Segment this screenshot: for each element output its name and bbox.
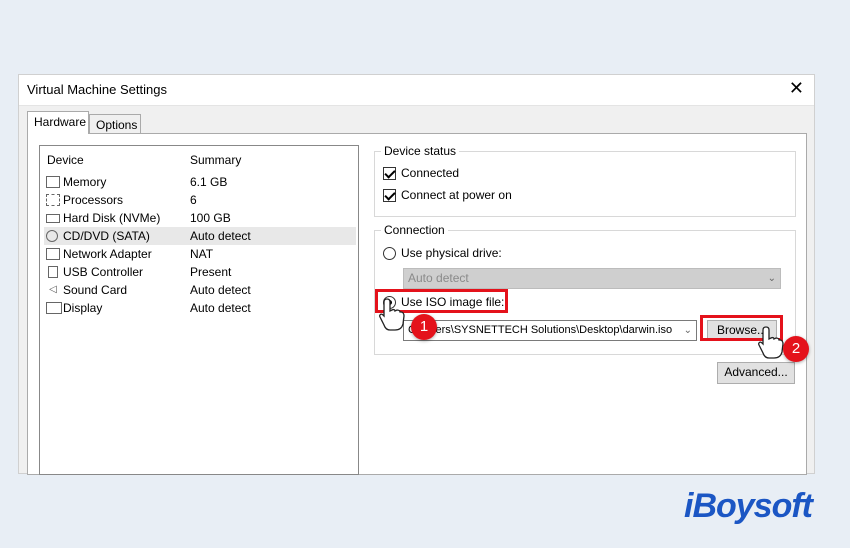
use-physical-drive-label[interactable]: Use physical drive:	[401, 246, 502, 260]
device-summary: Auto detect	[190, 283, 251, 297]
device-name: Network Adapter	[63, 247, 152, 261]
memory-icon	[46, 176, 60, 188]
usb-icon	[48, 266, 58, 278]
device-row-cd-dvd[interactable]: CD/DVD (SATA) Auto detect	[44, 227, 356, 245]
hard-disk-icon	[46, 214, 60, 223]
title-bar: Virtual Machine Settings ✕	[19, 75, 814, 106]
use-physical-drive-radio[interactable]	[383, 247, 396, 260]
tab-options[interactable]: Options	[89, 114, 141, 134]
device-name: Processors	[63, 193, 124, 207]
device-summary: 6	[190, 193, 197, 207]
connection-label: Connection	[381, 223, 448, 237]
device-name: Memory	[63, 175, 107, 189]
device-summary: NAT	[190, 247, 214, 261]
iso-path-value: C:\Users\SYSNETTECH Solutions\Desktop\da…	[408, 324, 673, 336]
sound-card-icon: ◁	[49, 284, 57, 295]
advanced-button[interactable]: Advanced...	[717, 362, 795, 384]
network-adapter-icon	[46, 248, 60, 260]
device-name: Hard Disk (NVMe)	[63, 211, 161, 225]
connected-label[interactable]: Connected	[401, 166, 459, 180]
device-row-hard-disk[interactable]: Hard Disk (NVMe) 100 GB	[44, 209, 356, 227]
summary-column-header[interactable]: Summary	[190, 153, 241, 167]
device-summary: Present	[190, 265, 232, 279]
pointer-hand-icon	[379, 298, 405, 331]
device-name: Display	[63, 301, 103, 315]
pointer-hand-icon	[758, 326, 784, 359]
step-marker-2: 2	[783, 336, 809, 362]
device-row-network-adapter[interactable]: Network Adapter NAT	[44, 245, 356, 263]
iso-path-input[interactable]: C:\Users\SYSNETTECH Solutions\Desktop\da…	[403, 320, 697, 341]
iboysoft-logo: iBoysoft	[684, 487, 813, 525]
connect-at-power-on-label[interactable]: Connect at power on	[401, 188, 512, 202]
vm-settings-window: Virtual Machine Settings ✕ Hardware Opti…	[18, 74, 815, 475]
device-row-sound-card[interactable]: ◁ Sound Card Auto detect	[44, 281, 356, 299]
device-summary: 100 GB	[190, 211, 231, 225]
device-row-memory[interactable]: Memory 6.1 GB	[44, 173, 356, 191]
device-row-processors[interactable]: Processors 6	[44, 191, 356, 209]
close-icon[interactable]: ✕	[789, 78, 804, 98]
device-summary: Auto detect	[190, 229, 251, 243]
device-status-label: Device status	[381, 144, 460, 158]
physical-drive-select: Auto detect ⌄	[403, 268, 781, 289]
device-summary: Auto detect	[190, 301, 251, 315]
device-name: Sound Card	[63, 283, 128, 297]
device-row-display[interactable]: Display Auto detect	[44, 299, 356, 317]
connect-at-power-on-checkbox[interactable]	[383, 189, 396, 202]
chevron-down-icon[interactable]: ⌄	[680, 321, 692, 340]
device-summary: 6.1 GB	[190, 175, 228, 189]
physical-drive-value: Auto detect	[408, 271, 469, 285]
display-icon	[46, 302, 62, 314]
chevron-down-icon: ⌄	[767, 273, 776, 284]
processor-icon	[46, 194, 60, 206]
device-name: USB Controller	[63, 265, 144, 279]
connected-checkbox[interactable]	[383, 167, 396, 180]
step-marker-1: 1	[411, 314, 437, 340]
device-name: CD/DVD (SATA)	[63, 229, 150, 243]
tab-hardware[interactable]: Hardware	[27, 111, 89, 134]
window-title: Virtual Machine Settings	[27, 82, 167, 97]
device-list: Device Summary Memory 6.1 GB Processors …	[39, 145, 359, 475]
cd-dvd-icon	[46, 230, 58, 242]
device-column-header[interactable]: Device	[47, 153, 84, 167]
device-row-usb-controller[interactable]: USB Controller Present	[44, 263, 356, 281]
device-status-group: Device status Connected Connect at power…	[374, 144, 796, 217]
